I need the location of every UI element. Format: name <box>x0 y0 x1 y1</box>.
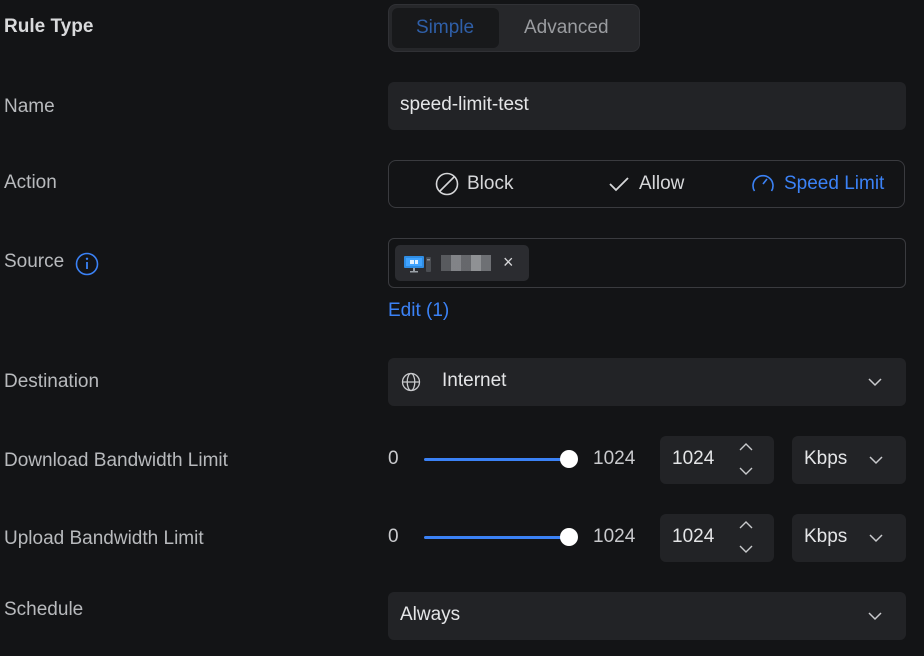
source-chip-remove-button[interactable]: × <box>503 252 514 273</box>
source-device-name-redacted <box>441 255 491 271</box>
chevron-down-icon <box>867 611 883 621</box>
upload-increment-icon[interactable] <box>738 520 754 530</box>
upload-unit-value: Kbps <box>804 526 848 547</box>
rule-type-toggle: Simple Advanced <box>388 4 640 52</box>
action-speed-limit-label: Speed Limit <box>784 173 885 194</box>
chevron-down-icon <box>868 455 884 465</box>
computer-icon <box>403 254 433 274</box>
upload-unit-select[interactable]: Kbps <box>792 514 906 562</box>
download-limit-label: Download Bandwidth Limit <box>4 450 228 471</box>
schedule-select[interactable]: Always <box>388 592 906 640</box>
upload-limit-value: 1024 <box>672 526 715 547</box>
destination-label: Destination <box>4 371 100 392</box>
block-icon <box>435 172 459 196</box>
schedule-label: Schedule <box>4 599 84 620</box>
rule-type-label: Rule Type <box>4 16 94 37</box>
upload-slider-track[interactable] <box>424 536 570 539</box>
upload-slider-max: 1024 <box>593 526 636 547</box>
download-limit-value: 1024 <box>672 448 715 469</box>
upload-decrement-icon[interactable] <box>738 544 754 554</box>
action-block-button[interactable]: Block <box>435 161 513 207</box>
rule-type-simple-label[interactable]: Simple <box>416 17 474 39</box>
action-label: Action <box>4 172 57 193</box>
chevron-down-icon <box>867 377 883 387</box>
download-increment-icon[interactable] <box>738 442 754 452</box>
upload-limit-input[interactable]: 1024 <box>660 514 774 562</box>
download-decrement-icon[interactable] <box>738 466 754 476</box>
download-slider-track[interactable] <box>424 458 570 461</box>
name-input-value: speed-limit-test <box>400 94 529 115</box>
download-unit-value: Kbps <box>804 448 848 469</box>
source-label: Source <box>4 251 65 272</box>
upload-slider-min: 0 <box>388 526 399 547</box>
download-slider-handle[interactable] <box>560 450 578 468</box>
upload-slider-handle[interactable] <box>560 528 578 546</box>
action-allow-label: Allow <box>639 173 685 194</box>
globe-icon <box>401 372 421 392</box>
info-icon[interactable] <box>75 252 99 276</box>
source-selector[interactable]: × <box>388 238 906 288</box>
destination-select[interactable]: Internet <box>388 358 906 406</box>
name-label: Name <box>4 96 55 117</box>
source-chip: × <box>395 245 529 281</box>
download-slider-max: 1024 <box>593 448 636 469</box>
rule-type-advanced-button[interactable]: Advanced <box>524 17 609 39</box>
speed-gauge-icon <box>750 172 776 196</box>
upload-limit-label: Upload Bandwidth Limit <box>4 528 204 549</box>
chevron-down-icon <box>868 533 884 543</box>
source-edit-link[interactable]: Edit (1) <box>388 300 449 322</box>
action-speed-limit-button[interactable]: Speed Limit <box>750 161 884 207</box>
action-selector: Block Allow Speed Limit <box>388 160 905 208</box>
download-limit-input[interactable]: 1024 <box>660 436 774 484</box>
download-slider-min: 0 <box>388 448 399 469</box>
download-unit-select[interactable]: Kbps <box>792 436 906 484</box>
action-block-label: Block <box>467 173 514 194</box>
schedule-value: Always <box>400 604 461 625</box>
action-allow-button[interactable]: Allow <box>607 161 684 207</box>
name-input[interactable]: speed-limit-test <box>388 82 906 130</box>
destination-value: Internet <box>442 370 507 391</box>
check-icon <box>607 172 631 196</box>
